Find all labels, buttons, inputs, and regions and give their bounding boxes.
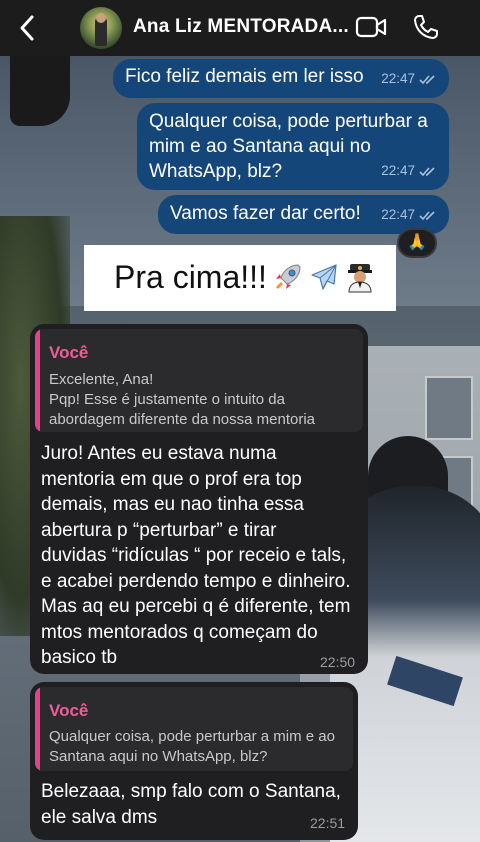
message-time: 22:47 — [381, 71, 415, 86]
message-time: 22:50 — [320, 654, 356, 670]
message-text: Fico feliz demais em ler isso — [125, 66, 364, 87]
message-text-line: WhatsApp, blz? — [149, 161, 283, 182]
quote-text-line: abordagem diferente da nossa mentoria — [49, 411, 316, 428]
caption-sticker: Pra cima!!! — [84, 245, 396, 311]
chevron-left-icon[interactable] — [14, 14, 42, 42]
quote-author: Você — [49, 701, 89, 720]
contact-name[interactable]: Ana Liz MENTORADA... — [133, 16, 349, 38]
reaction-badge[interactable]: 🙏 — [397, 228, 437, 258]
message-text-line: Mas aq eu percebi q é diferente, tem — [41, 596, 351, 617]
message-text-line: mim e ao Santana aqui no — [149, 136, 371, 157]
avatar-head — [96, 13, 106, 23]
message-text-line: mentoria em que o prof era top — [41, 468, 302, 490]
pilot-icon — [348, 264, 372, 293]
message-text-line: mtos mentorados q começam do — [41, 621, 318, 643]
message-time: 22:47 — [381, 207, 415, 222]
read-ticks-icon — [419, 210, 435, 220]
quote-accent-bar — [35, 687, 40, 771]
caption-text: Pra cima!!! — [114, 259, 267, 295]
message-text-line: duvidas “ridículas “ por receio e tals, — [41, 545, 347, 566]
read-ticks-icon — [419, 166, 435, 176]
quoted-message[interactable]: Você Qualquer coisa, pode perturbar a mi… — [35, 687, 353, 771]
airplane-icon — [311, 264, 337, 290]
avatar[interactable] — [80, 7, 122, 49]
message-time: 22:51 — [310, 815, 346, 831]
message-text-line: abertura p “perturbar” e tirar — [41, 519, 277, 541]
incoming-message[interactable]: Você Qualquer coisa, pode perturbar a mi… — [30, 682, 358, 840]
quote-text-line: Excelente, Ana! — [49, 371, 154, 388]
outgoing-message[interactable]: Fico feliz demais em ler isso 22:47 — [113, 59, 449, 98]
message-text-line: Qualquer coisa, pode perturbar a — [149, 111, 428, 132]
quote-text-line: Santana aqui no WhatsApp, blz? — [49, 748, 268, 765]
message-text-line: Belezaaa, smp falo com o Santana, — [41, 781, 341, 802]
video-camera-icon[interactable] — [355, 15, 387, 39]
message-text-line: ele salva dms — [41, 806, 158, 828]
message-text-line: basico tb — [41, 647, 118, 668]
message-text-line: e acabei perdendo tempo e dinheiro. — [41, 570, 351, 592]
message-text: Vamos fazer dar certo! — [170, 203, 361, 224]
message-body: Juro! Antes eu estava numa mentoria em q… — [41, 441, 351, 671]
background-window — [425, 376, 473, 440]
message-meta: 22:47 — [381, 65, 437, 93]
message-time: 22:47 — [381, 163, 415, 178]
quote-text-line: Qualquer coisa, pode perturbar a mim e a… — [49, 728, 335, 745]
rocket-icon — [275, 264, 301, 290]
quoted-message[interactable]: Você Excelente, Ana! Pqp! Esse é justame… — [35, 329, 363, 432]
quote-accent-bar — [35, 329, 40, 432]
emoji-row — [272, 261, 376, 293]
quote-text-line: Pqp! Esse é justamente o intuito da — [49, 391, 285, 408]
message-body: Belezaaa, smp falo com o Santana, ele sa… — [41, 779, 341, 830]
chat-header: Ana Liz MENTORADA... — [0, 0, 480, 56]
quote-author: Você — [49, 343, 89, 362]
phone-icon[interactable] — [412, 13, 440, 41]
incoming-message[interactable]: Você Excelente, Ana! Pqp! Esse é justame… — [30, 324, 368, 674]
message-text-line: Juro! Antes eu estava numa — [41, 443, 277, 464]
outgoing-message[interactable]: Qualquer coisa, pode perturbar a mim e a… — [137, 103, 449, 190]
message-meta: 22:47 — [381, 157, 437, 185]
read-ticks-icon — [419, 74, 435, 84]
message-meta: 22:47 — [381, 201, 437, 229]
background-hat — [10, 56, 70, 126]
message-text-line: demais, mas eu nao tinha essa — [41, 494, 304, 515]
